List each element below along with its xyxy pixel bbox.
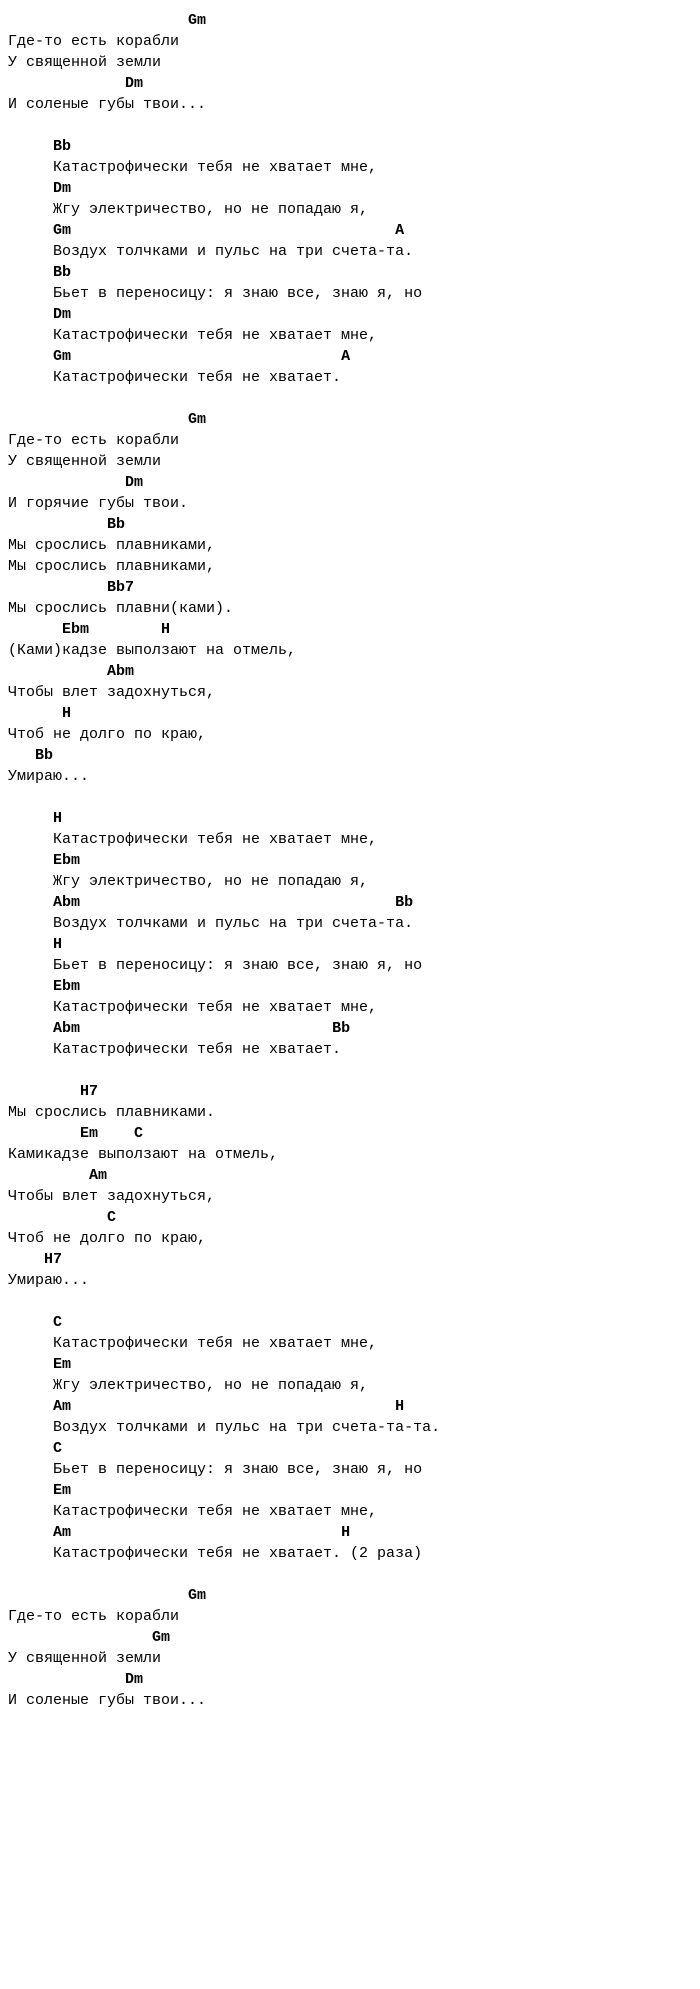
song-chords-text: Gm Где-то есть корабли У священной земли… xyxy=(8,10,692,1711)
